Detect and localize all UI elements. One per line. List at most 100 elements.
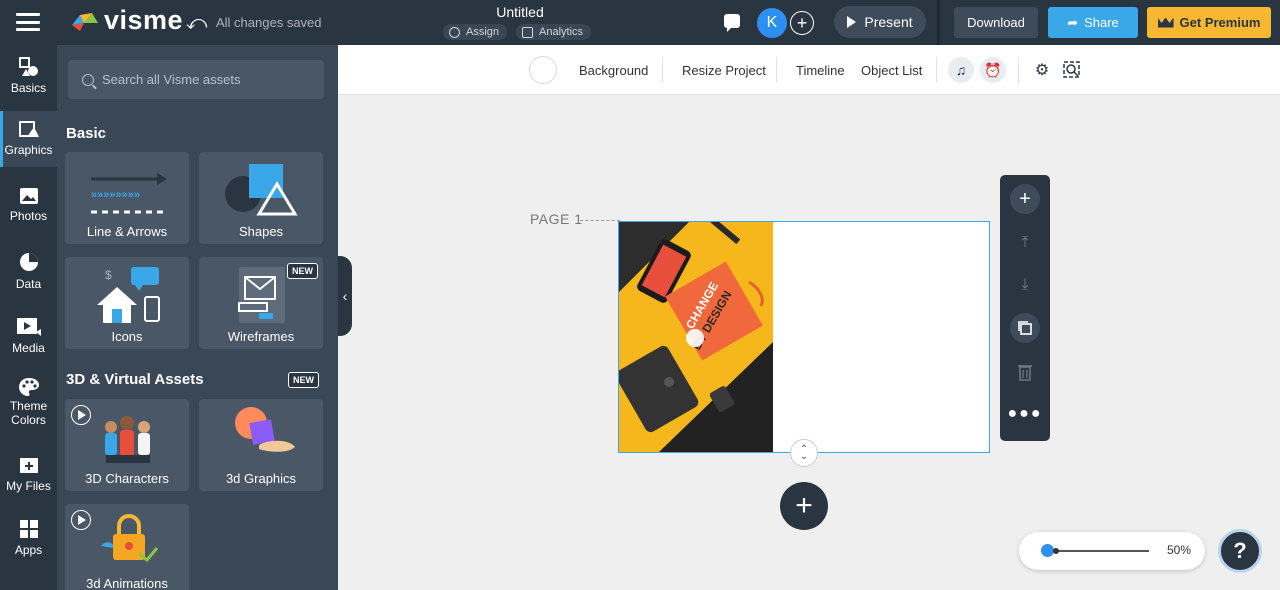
share-icon: ➦ (1067, 14, 1079, 30)
search-placeholder: Search all Visme assets (102, 72, 241, 87)
duplicate-icon[interactable] (1010, 313, 1040, 343)
get-premium-button[interactable]: Get Premium (1147, 7, 1271, 38)
graphics-icon (18, 121, 39, 137)
crown-icon (1157, 17, 1174, 28)
settings-gear-icon[interactable]: ⚙ (1032, 60, 1052, 80)
svg-text:»»»»»»»»: »»»»»»»» (91, 189, 140, 201)
rail-item-apps[interactable]: Apps (0, 519, 57, 569)
trash-icon[interactable] (1010, 357, 1040, 387)
move-up-icon[interactable]: ⤒ (1010, 228, 1040, 258)
search-input[interactable]: Search all Visme assets (68, 60, 324, 99)
audio-icon[interactable]: ♫ (948, 57, 974, 83)
page-label: PAGE 1 (530, 211, 583, 227)
analytics-label: Analytics (539, 26, 584, 38)
document-title[interactable]: Untitled (470, 4, 570, 20)
search-icon (82, 73, 94, 86)
rail-label: Theme (9, 399, 48, 413)
brand-logo[interactable]: visme (70, 4, 184, 36)
move-down-icon[interactable]: ⤓ (1010, 270, 1040, 300)
page-action-bar: + ⤒ ⤓ ●●● (1000, 175, 1050, 441)
timeline-button[interactable]: Timeline (796, 63, 845, 78)
rail-item-data[interactable]: Data (0, 251, 57, 301)
card-3d-animations[interactable]: 3d Animations (65, 504, 189, 590)
divider (662, 57, 663, 83)
card-shapes[interactable]: Shapes (199, 152, 323, 244)
card-label: Line & Arrows (86, 224, 168, 239)
more-options-icon[interactable]: ●●● (1008, 399, 1041, 429)
object-list-button[interactable]: Object List (861, 63, 922, 78)
pie-chart-icon (19, 253, 38, 271)
section-title-3d-assets: 3D & Virtual Assets (66, 371, 204, 388)
canvas-page[interactable]: CHANGE BY DESIGN (618, 221, 990, 453)
copy-icon (1018, 321, 1032, 335)
rail-item-media[interactable]: Media (0, 317, 57, 367)
rail-item-theme-colors[interactable]: Theme Colors (0, 377, 57, 435)
comment-icon[interactable] (724, 14, 740, 32)
user-circle-icon (449, 26, 460, 38)
add-collaborator-icon[interactable]: + (790, 11, 814, 35)
resize-project-button[interactable]: Resize Project (682, 63, 766, 78)
card-3d-graphics[interactable]: 3d Graphics (199, 399, 323, 491)
icons-art-icon: $ (97, 267, 160, 323)
zoom-value: 50% (1167, 543, 1192, 557)
card-icons[interactable]: $ Icons (65, 257, 189, 349)
delete-icon (1018, 365, 1032, 381)
brand-name: visme (104, 4, 184, 35)
svg-text:$: $ (105, 268, 112, 282)
rail-label: Data (15, 277, 42, 291)
card-3d-characters[interactable]: 3D Characters (65, 399, 189, 491)
collapse-panel-button[interactable]: ‹ (338, 256, 352, 336)
asset-panel: Search all Visme assets Basic »»»»»»»» L… (57, 45, 338, 590)
play-icon (847, 16, 857, 28)
card-label: Icons (111, 329, 143, 344)
top-bar: visme ⤺ All changes saved Untitled Assig… (0, 0, 1280, 45)
rail-label: Colors (11, 413, 46, 427)
background-color-swatch[interactable] (529, 56, 557, 84)
rail-label: Photos (9, 209, 48, 223)
palette-icon (18, 378, 39, 396)
rail-item-my-files[interactable]: My Files (0, 455, 57, 507)
avatar[interactable]: K (757, 8, 787, 38)
rail-label: My Files (6, 479, 51, 493)
rail-label: Basics (10, 81, 47, 95)
design-photo[interactable]: CHANGE BY DESIGN (619, 222, 773, 452)
zoom-control: 50% (1019, 532, 1205, 570)
photo-image: CHANGE BY DESIGN (619, 222, 773, 452)
divider (1018, 57, 1019, 83)
new-badge: NEW (287, 263, 318, 279)
analytics-button[interactable]: Analytics (516, 24, 592, 40)
characters-art-icon (105, 416, 150, 463)
assign-button[interactable]: Assign (443, 24, 508, 40)
menu-icon[interactable] (16, 13, 40, 31)
add-icon[interactable]: + (1010, 184, 1040, 214)
animations-art-icon (101, 514, 159, 563)
download-button[interactable]: Download (954, 7, 1038, 38)
page-guide-line (580, 220, 620, 221)
rail-item-photos[interactable]: Photos (0, 185, 57, 235)
card-label: 3d Animations (86, 576, 168, 590)
section-title-basic: Basic (66, 125, 107, 142)
rail-item-basics[interactable]: Basics (0, 53, 57, 103)
card-label: Wireframes (227, 329, 295, 344)
premium-label: Get Premium (1179, 15, 1261, 30)
shapes-icon (18, 57, 38, 76)
card-wireframes[interactable]: NEW Wireframes (199, 257, 323, 349)
undo-icon[interactable]: ⤺ (186, 12, 207, 35)
add-page-button[interactable]: + (780, 482, 828, 530)
share-button[interactable]: ➦ Share (1048, 7, 1138, 38)
graphics-3d-art-icon (235, 407, 295, 452)
rail-item-graphics[interactable]: Graphics (0, 111, 57, 167)
help-button[interactable]: ? (1218, 529, 1262, 573)
alarm-clock-icon[interactable]: ⏰ (980, 57, 1006, 83)
background-button[interactable]: Background (579, 63, 648, 78)
card-label: Shapes (238, 224, 284, 239)
divider (937, 0, 940, 45)
preview-search-icon[interactable] (1062, 60, 1082, 80)
save-status: All changes saved (216, 15, 322, 30)
line-arrows-icon: »»»»»»»» (91, 173, 167, 214)
present-button[interactable]: Present (834, 6, 926, 38)
rail-label: Apps (14, 543, 43, 557)
folder-icon (19, 458, 38, 473)
card-line-arrows[interactable]: »»»»»»»» Line & Arrows (65, 152, 189, 244)
page-resize-handle[interactable]: ⌃ ⌄ (790, 439, 818, 467)
